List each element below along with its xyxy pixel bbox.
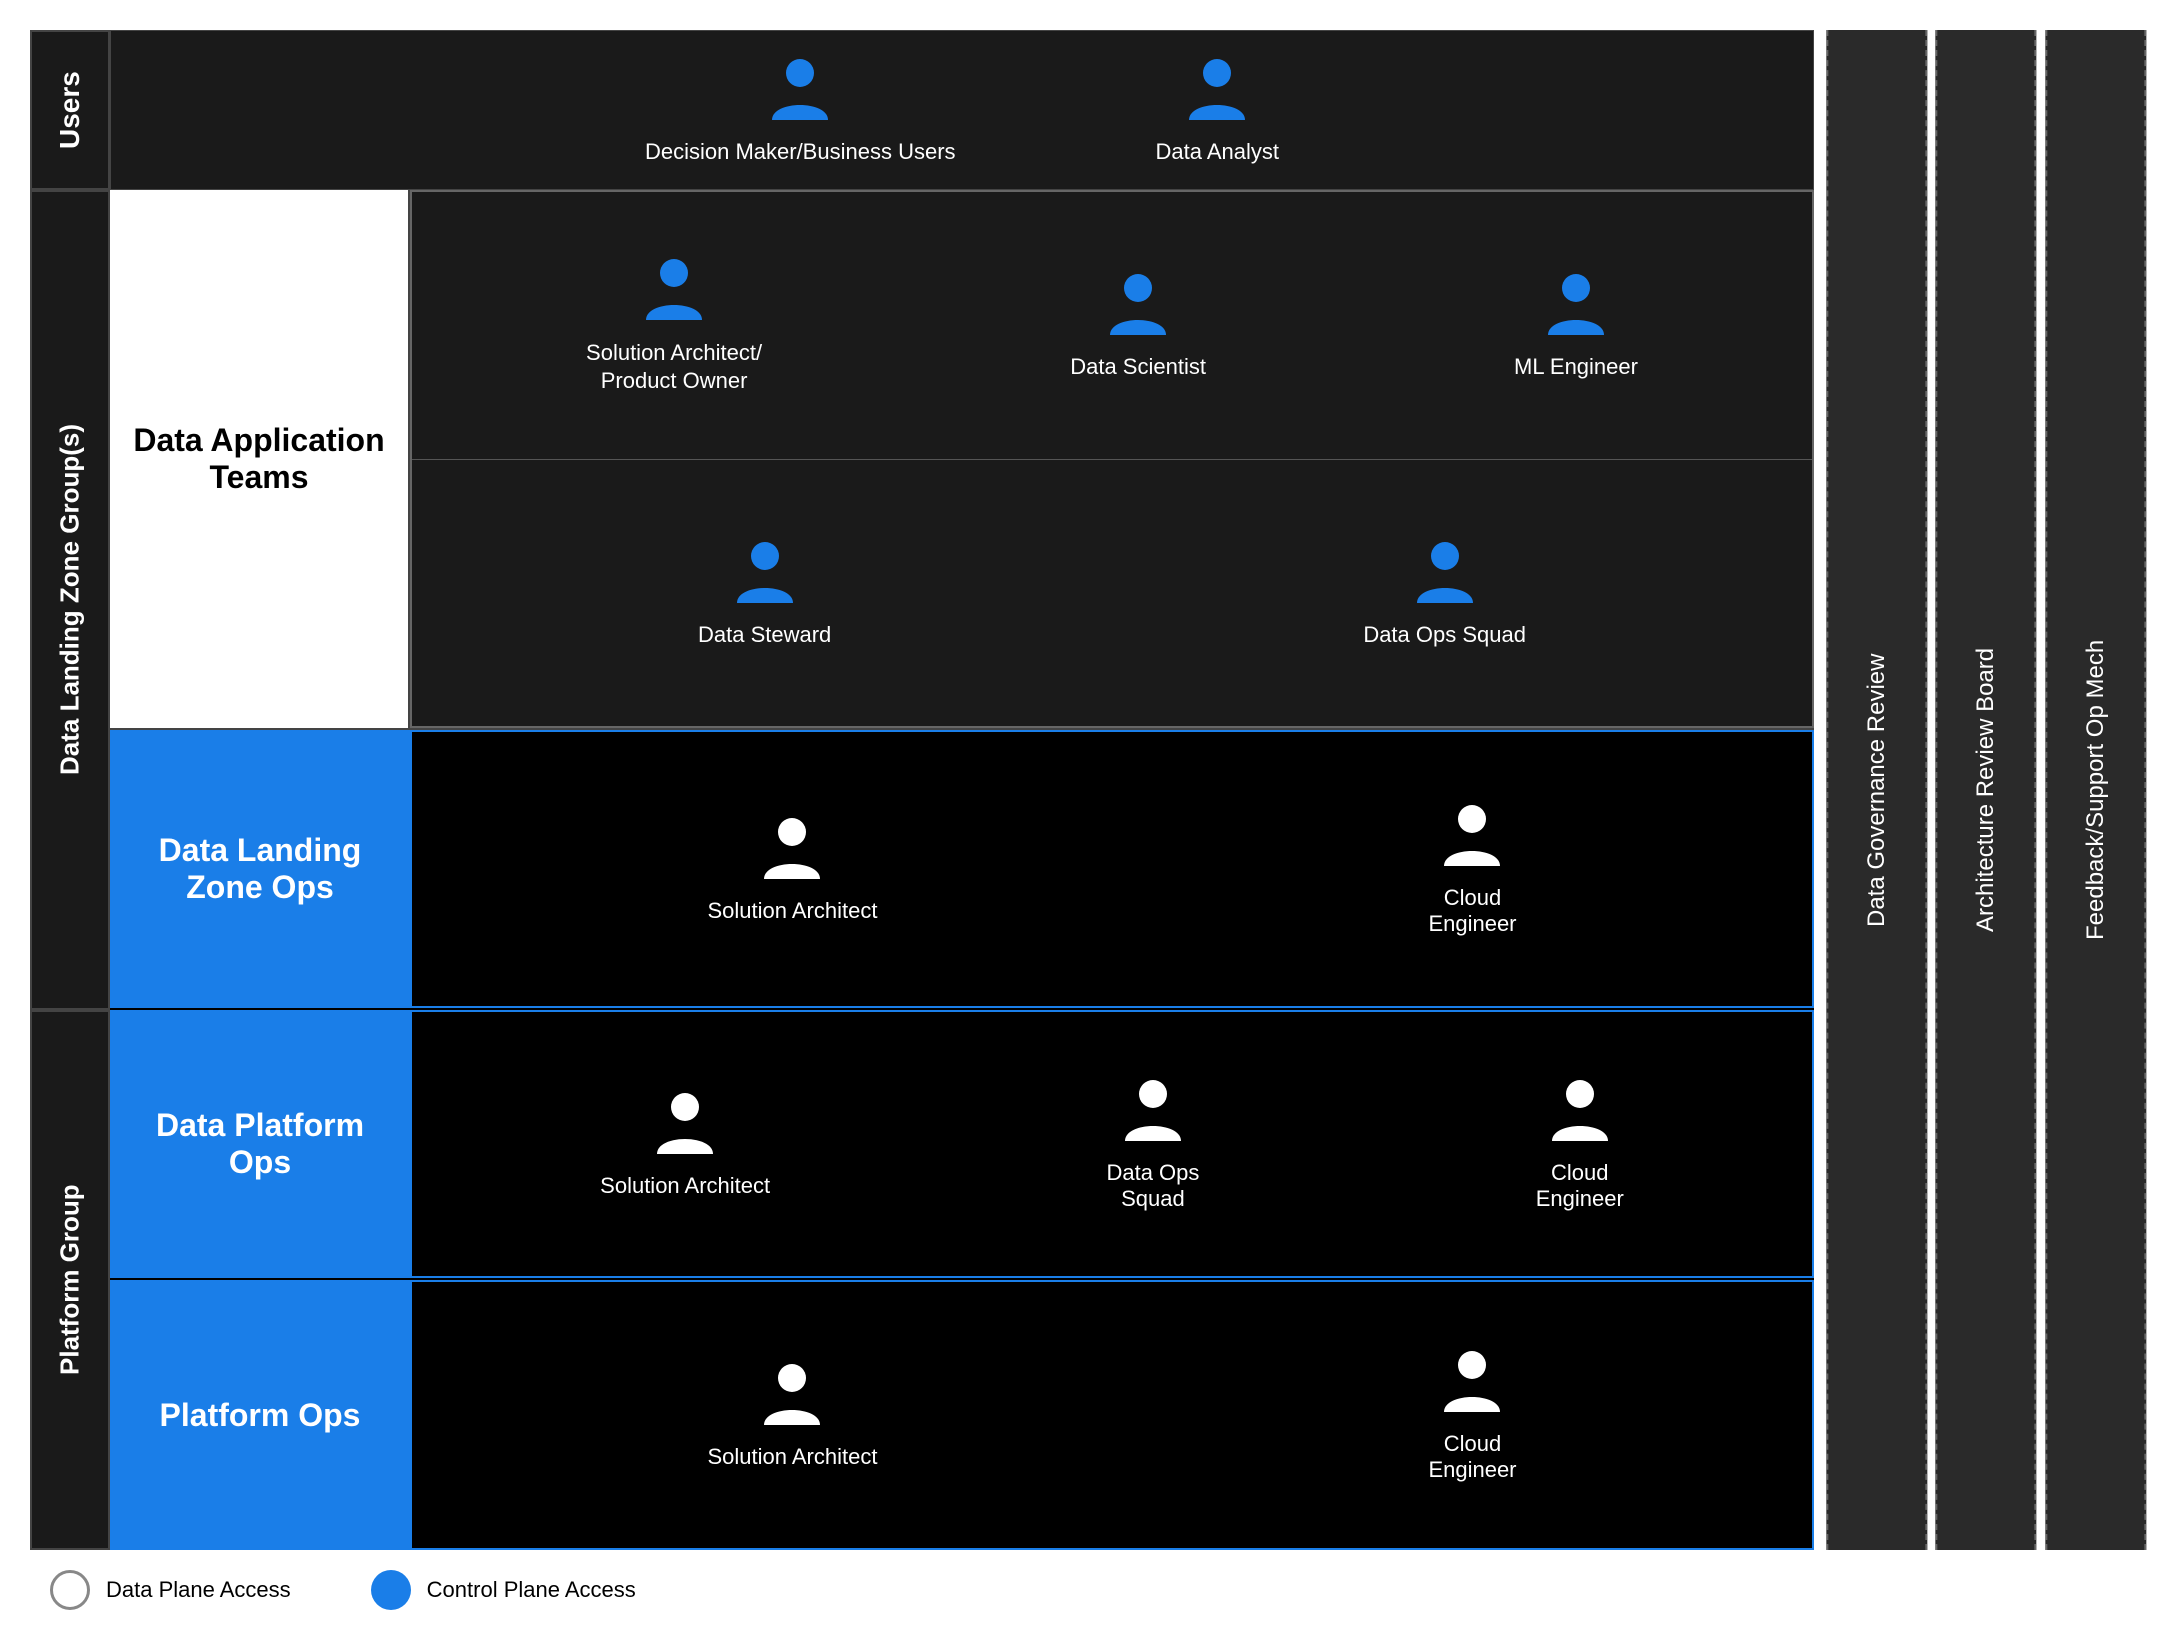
role-data-steward-label: Data Steward: [698, 622, 831, 648]
role-data-ops-squad-dat: Data Ops Squad: [1363, 538, 1526, 648]
diagram-area: Users Data Landing Zone Group(s) Platfor…: [30, 30, 2146, 1550]
role-cloud-engineer-dlzo-label: CloudEngineer: [1428, 885, 1516, 937]
user-decision-maker-label: Decision Maker/Business Users: [645, 139, 956, 165]
role-solution-architect-dpo-icon: [655, 1089, 715, 1159]
platform-group-section: Data Platform Ops Solution Architect: [110, 1010, 1814, 1550]
role-cloud-engineer-dpo-label: CloudEngineer: [1536, 1160, 1624, 1212]
role-solution-architect-po-label: Solution Architect: [707, 1444, 877, 1470]
control-plane-icon: [371, 1570, 411, 1610]
role-data-ops-squad-dat-icon: [1415, 538, 1475, 608]
right-label-architecture-review: Architecture Review Board: [1935, 30, 2036, 1550]
role-cloud-engineer-po: CloudEngineer: [1428, 1347, 1516, 1483]
user-decision-maker: Decision Maker/Business Users: [645, 55, 956, 165]
right-label-data-governance: Data Governance Review: [1826, 30, 1927, 1550]
role-solution-architect-dlzo: Solution Architect: [707, 814, 877, 924]
role-data-ops-squad-dpo-label: Data OpsSquad: [1106, 1160, 1199, 1212]
user-data-analyst-label: Data Analyst: [1156, 139, 1280, 165]
platform-ops-row: Platform Ops Solution Architect: [110, 1280, 1814, 1550]
role-data-scientist-label: Data Scientist: [1070, 354, 1206, 380]
data-application-teams-content: Solution Architect/Product Owner Data Sc…: [410, 190, 1814, 728]
role-data-scientist-icon: [1108, 270, 1168, 340]
data-platform-ops-content: Solution Architect Data OpsSquad: [410, 1010, 1814, 1278]
legend-data-plane: Data Plane Access: [50, 1570, 291, 1610]
role-solution-architect-dlzo-label: Solution Architect: [707, 898, 877, 924]
data-landing-zone-ops-content: Solution Architect CloudEngineer: [410, 730, 1814, 1008]
role-solution-architect-dpo-label: Solution Architect: [600, 1173, 770, 1199]
data-landing-zone-ops-row: Data Landing Zone Ops Solution Architect: [110, 730, 1814, 1010]
role-solution-architect-icon: [644, 255, 704, 325]
role-cloud-engineer-dlzo: CloudEngineer: [1428, 801, 1516, 937]
role-ml-engineer-icon: [1546, 270, 1606, 340]
data-application-teams-row: Data Application Teams Solution Architec…: [110, 190, 1814, 730]
role-ml-engineer-label: ML Engineer: [1514, 354, 1638, 380]
role-data-steward-icon: [735, 538, 795, 608]
role-solution-architect-dpo: Solution Architect: [600, 1089, 770, 1199]
users-section-label: Users: [30, 30, 110, 190]
data-platform-ops-row: Data Platform Ops Solution Architect: [110, 1010, 1814, 1280]
role-ml-engineer: ML Engineer: [1514, 270, 1638, 380]
right-labels: Data Governance Review Architecture Revi…: [1826, 30, 2146, 1550]
platform-ops-content: Solution Architect CloudEngineer: [410, 1280, 1814, 1550]
role-solution-architect-product-owner: Solution Architect/Product Owner: [586, 255, 762, 396]
role-cloud-engineer-po-label: CloudEngineer: [1428, 1431, 1516, 1483]
user-decision-maker-icon: [770, 55, 830, 125]
main-container: Users Data Landing Zone Group(s) Platfor…: [0, 0, 2176, 1626]
platform-group-label: Platform Group: [30, 1010, 110, 1550]
right-label-feedback-support: Feedback/Support Op Mech: [2045, 30, 2146, 1550]
control-plane-label: Control Plane Access: [427, 1577, 636, 1603]
data-plane-label: Data Plane Access: [106, 1577, 291, 1603]
role-data-ops-squad-dpo-icon: [1123, 1076, 1183, 1146]
role-cloud-engineer-dpo-icon: [1550, 1076, 1610, 1146]
data-platform-ops-label: Data Platform Ops: [110, 1010, 410, 1278]
data-landing-zone-ops-label: Data Landing Zone Ops: [110, 730, 410, 1008]
data-landing-zone-group-label: Data Landing Zone Group(s): [30, 190, 110, 1010]
role-solution-architect-po-icon: [762, 1360, 822, 1430]
legend: Data Plane Access Control Plane Access: [30, 1550, 2146, 1630]
platform-ops-label: Platform Ops: [110, 1280, 410, 1550]
role-cloud-engineer-dlzo-icon: [1442, 801, 1502, 871]
role-data-ops-squad-dpo: Data OpsSquad: [1106, 1076, 1199, 1212]
role-data-steward: Data Steward: [698, 538, 831, 648]
role-data-ops-squad-dat-label: Data Ops Squad: [1363, 622, 1526, 648]
role-cloud-engineer-dpo: CloudEngineer: [1536, 1076, 1624, 1212]
user-data-analyst: Data Analyst: [1156, 55, 1280, 165]
role-data-scientist: Data Scientist: [1070, 270, 1206, 380]
dat-top-roles: Solution Architect/Product Owner Data Sc…: [412, 192, 1812, 460]
data-application-teams-label: Data Application Teams: [110, 190, 410, 728]
role-solution-architect-dlzo-icon: [762, 814, 822, 884]
users-row: Decision Maker/Business Users Data Analy…: [110, 30, 1814, 190]
user-data-analyst-icon: [1187, 55, 1247, 125]
legend-control-plane: Control Plane Access: [371, 1570, 636, 1610]
role-cloud-engineer-po-icon: [1442, 1347, 1502, 1417]
dat-bottom-roles: Data Steward Data Ops Squad: [412, 460, 1812, 727]
role-solution-architect-po: Solution Architect: [707, 1360, 877, 1470]
role-solution-architect-label: Solution Architect/Product Owner: [586, 339, 762, 396]
data-plane-icon: [50, 1570, 90, 1610]
